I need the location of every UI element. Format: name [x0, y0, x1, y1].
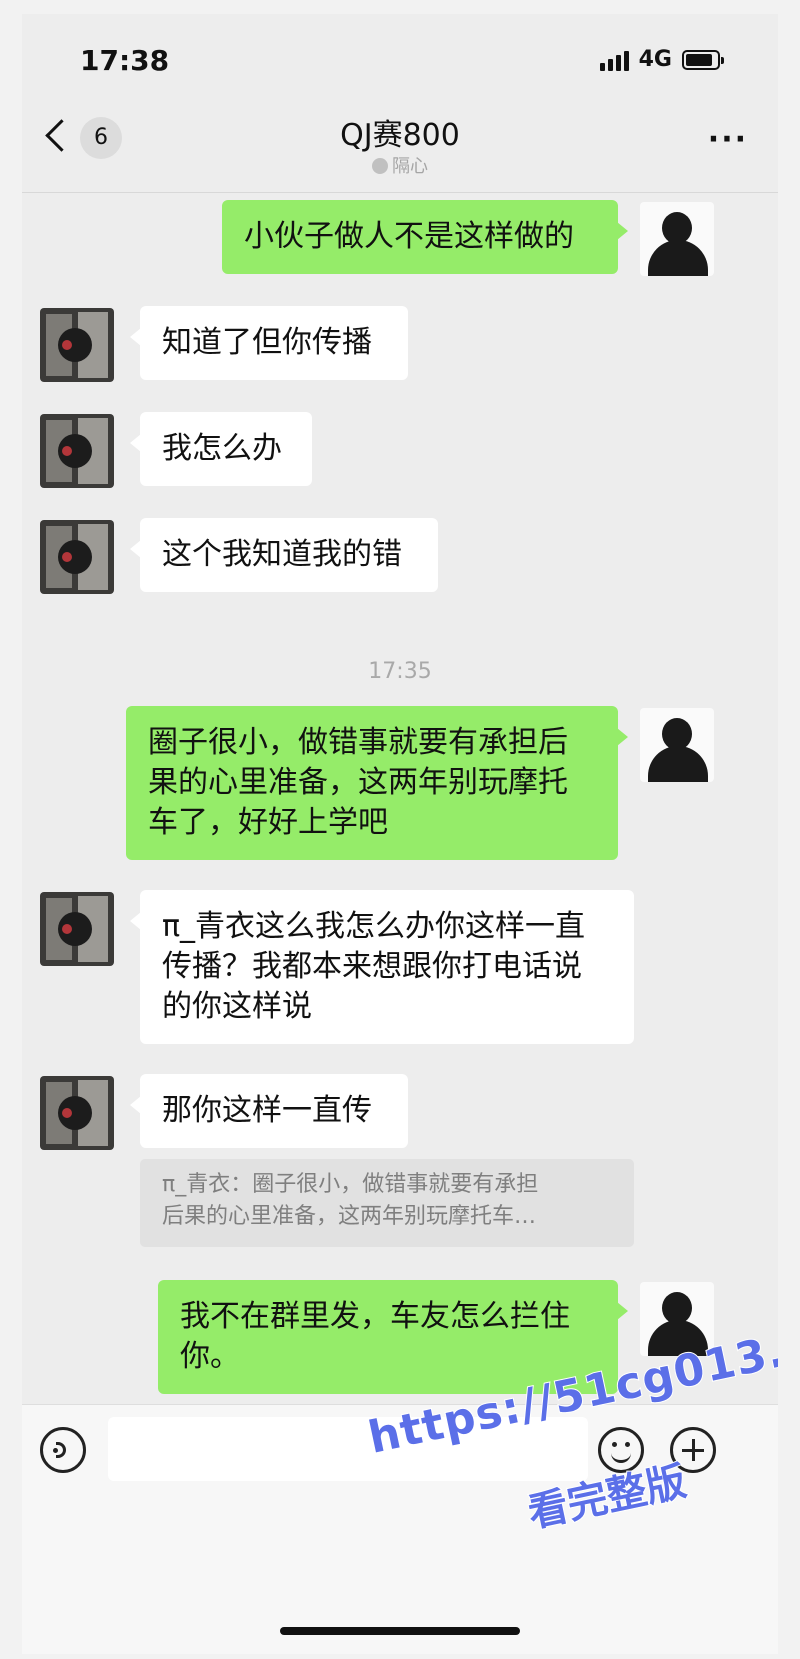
peer-avatar[interactable] [40, 520, 114, 594]
chat-subtitle: 隔心 [22, 152, 778, 178]
peer-avatar[interactable] [40, 1076, 114, 1150]
more-options-icon[interactable]: ··· [708, 125, 748, 155]
status-emoji-icon [372, 158, 388, 174]
battery-icon [682, 49, 724, 70]
chat-subtitle-text: 隔心 [392, 156, 428, 177]
voice-input-icon[interactable] [40, 1427, 86, 1473]
message-bubble-peer[interactable]: 我怎么办 [130, 412, 312, 486]
chat-title: QJ赛800 [340, 118, 460, 153]
message-bubble-peer[interactable]: 知道了但你传播 [130, 306, 408, 380]
status-indicators: 4G [599, 47, 724, 72]
signal-icon [599, 49, 629, 71]
phone-screen: 17:38 4G 6 QJ赛800 隔心 ··· 小伙子做人不是这样做的 知道了… [22, 14, 778, 1654]
message-bubble-self[interactable]: 圈子很小，做错事就要有承担后 果的心里准备，这两年别玩摩托 车了，好好上学吧 [126, 706, 628, 860]
time-divider: 17:35 [368, 659, 432, 684]
chat-header: 6 QJ赛800 隔心 ··· [22, 102, 778, 193]
message-bubble-peer[interactable]: π_青衣这么我怎么办你这样一直 传播？我都本来想跟你打电话说 的你这样说 [130, 890, 634, 1044]
self-avatar[interactable] [640, 202, 714, 276]
message-bubble-peer[interactable]: 那你这样一直传 [130, 1074, 408, 1148]
peer-avatar[interactable] [40, 414, 114, 488]
message-bubble-self[interactable]: 小伙子做人不是这样做的 [222, 200, 628, 274]
status-time: 17:38 [80, 44, 170, 77]
home-indicator [280, 1627, 520, 1635]
self-avatar[interactable] [640, 708, 714, 782]
quoted-reply[interactable]: π_青衣：圈子很小，做错事就要有承担 后果的心里准备，这两年别玩摩托车… [140, 1159, 634, 1247]
peer-avatar[interactable] [40, 308, 114, 382]
message-bubble-peer[interactable]: 这个我知道我的错 [130, 518, 438, 592]
network-type: 4G [638, 47, 672, 72]
peer-avatar[interactable] [40, 892, 114, 966]
